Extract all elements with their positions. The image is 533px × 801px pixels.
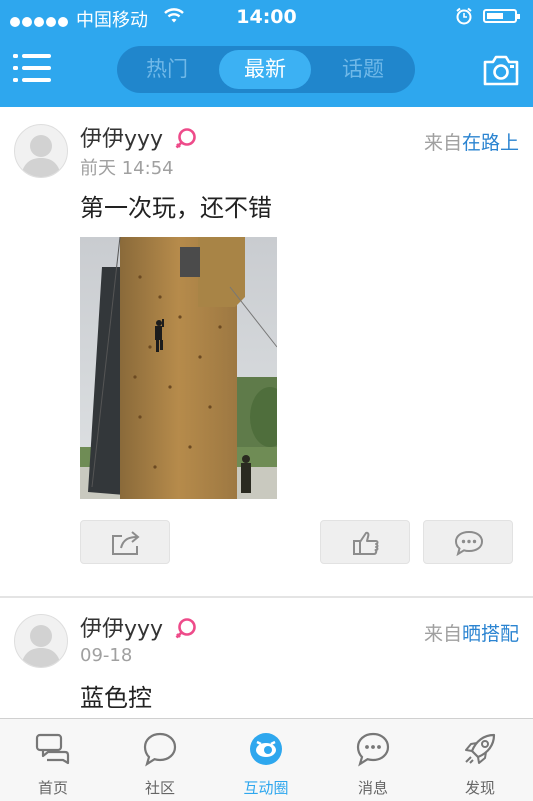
- like-button[interactable]: [320, 520, 410, 564]
- tabbar-item-community[interactable]: 社区: [107, 719, 213, 801]
- bottom-tab-bar: 首页 社区 互动圈 消息 发现: [0, 718, 533, 801]
- post-time: 前天 14:54: [80, 158, 174, 179]
- avatar[interactable]: [14, 614, 68, 668]
- comment-icon: [454, 530, 484, 556]
- thumbs-up-icon: [353, 531, 379, 555]
- source-place-link[interactable]: 在路上: [462, 132, 519, 154]
- tabbar-item-messages[interactable]: 消息: [320, 719, 426, 801]
- feed-post: 伊伊yyy 09-18 来自晒搭配 蓝色控: [0, 598, 533, 718]
- share-button[interactable]: [80, 520, 170, 564]
- tabbar-label: 社区: [144, 779, 175, 797]
- source-prefix: 来自: [423, 623, 462, 645]
- tabbar-label: 发现: [464, 779, 495, 797]
- post-username[interactable]: 伊伊yyy: [80, 611, 163, 643]
- message-bubble-icon: [356, 732, 390, 767]
- tabbar-item-discover[interactable]: 发现: [427, 719, 533, 801]
- female-gender-icon: [174, 617, 198, 645]
- tabbar-label: 消息: [357, 779, 388, 797]
- tabbar-item-interaction[interactable]: 互动圈: [213, 719, 319, 801]
- post-time: 09-18: [80, 645, 133, 666]
- post-content: 蓝色控: [80, 684, 152, 712]
- share-icon: [112, 531, 140, 555]
- rocket-icon: [465, 733, 496, 764]
- community-bubble-icon: [143, 732, 177, 767]
- tabbar-label: 互动圈: [243, 779, 289, 797]
- post-source: 来自晒搭配: [424, 619, 519, 646]
- post-source: 来自在路上: [424, 128, 519, 155]
- tabbar-item-home[interactable]: 首页: [0, 719, 106, 801]
- avatar[interactable]: [14, 124, 68, 178]
- female-gender-icon: [174, 127, 198, 155]
- interaction-eye-icon: [250, 733, 282, 765]
- home-chat-icon: [35, 733, 70, 765]
- post-content: 第一次玩，还不错: [80, 194, 272, 222]
- feed-post: 伊伊yyy 前天 14:54 来自在路上 第一次玩，还不错: [0, 0, 533, 598]
- source-prefix: 来自: [423, 132, 462, 154]
- tabbar-label: 首页: [37, 779, 68, 797]
- comment-button[interactable]: [423, 520, 513, 564]
- post-photo[interactable]: [80, 236, 290, 499]
- post-username[interactable]: 伊伊yyy: [80, 121, 163, 153]
- source-place-link[interactable]: 晒搭配: [462, 623, 519, 645]
